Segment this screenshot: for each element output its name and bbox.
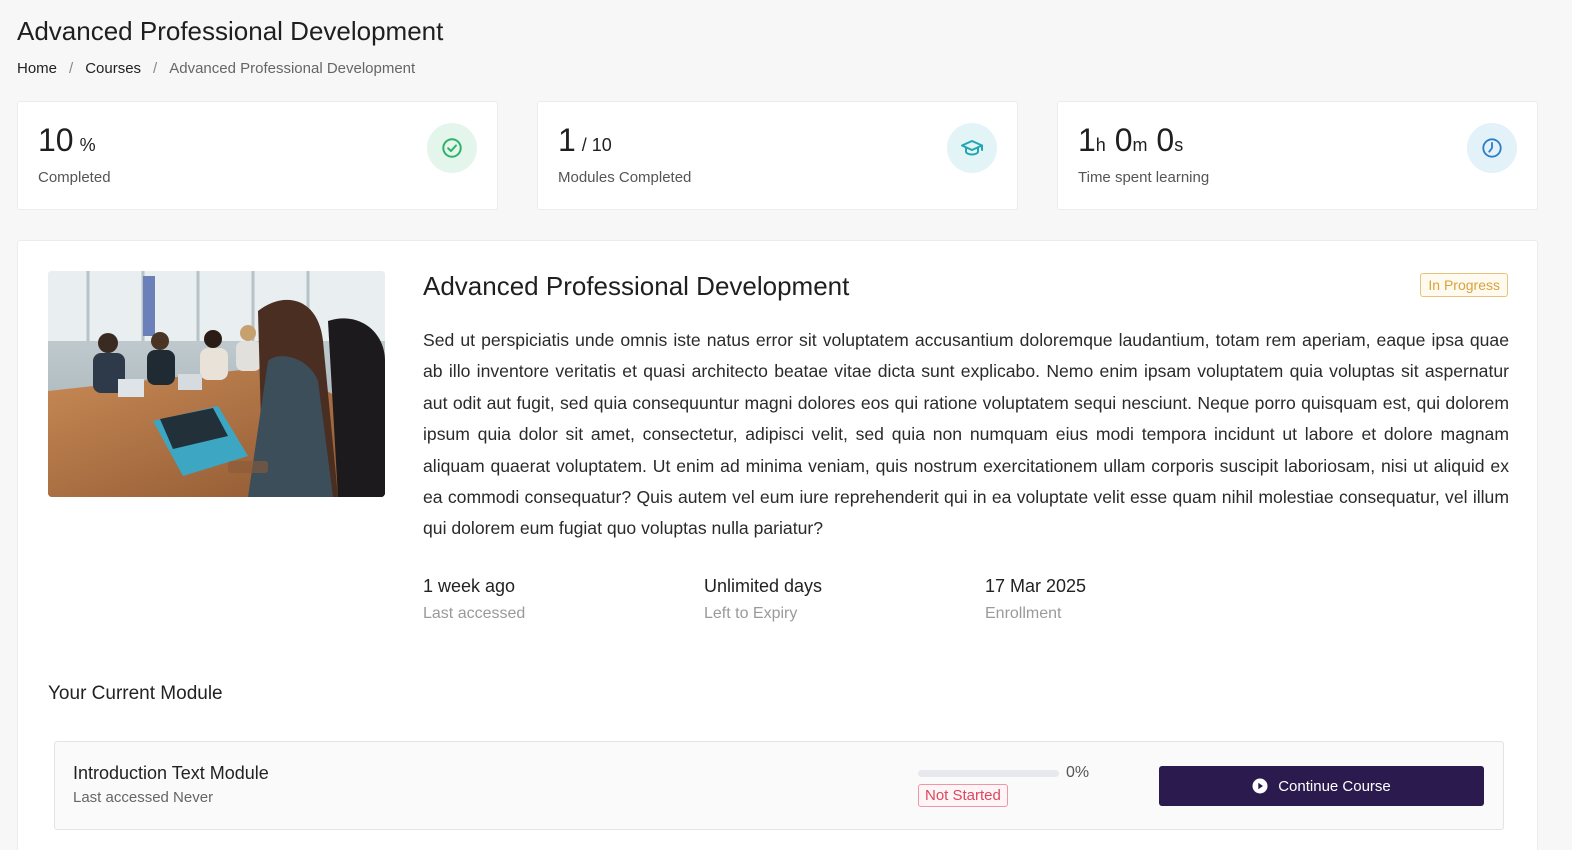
module-last-accessed: Last accessed Never — [73, 789, 214, 806]
meta-label: Enrollment — [985, 605, 1062, 622]
stat-value: 1/ 10 — [558, 122, 612, 159]
continue-course-button[interactable]: Continue Course — [1159, 766, 1484, 806]
meta-value: Unlimited days — [704, 576, 823, 596]
stat-card-completed: 10% Completed — [17, 101, 498, 210]
meta-label: Left to Expiry — [704, 605, 798, 622]
course-image — [48, 271, 385, 497]
completed-percent-value: 10 — [38, 122, 74, 158]
play-circle-icon — [1252, 778, 1268, 794]
stat-label: Time spent learning — [1078, 169, 1210, 186]
percent-unit: % — [79, 135, 96, 155]
modules-completed-value: 1 — [558, 122, 576, 158]
meta-enrollment: 17 Mar 2025 Enrollment — [985, 576, 1086, 623]
section-title: Your Current Module — [48, 683, 223, 704]
meta-last-accessed: 1 week ago Last accessed — [423, 576, 525, 623]
modules-total: / 10 — [581, 135, 612, 155]
page-title: Advanced Professional Development — [17, 16, 444, 46]
hours-unit: h — [1095, 135, 1106, 155]
minutes-unit: m — [1132, 135, 1148, 155]
meta-expiry: Unlimited days Left to Expiry — [704, 576, 822, 623]
current-module-card: Introduction Text Module Last accessed N… — [54, 741, 1504, 830]
hours-value: 1 — [1078, 122, 1096, 158]
breadcrumb: Home / Courses / Advanced Professional D… — [17, 60, 415, 77]
module-title: Introduction Text Module — [73, 763, 269, 783]
clock-icon — [1467, 123, 1517, 173]
progress-percent: 0% — [1066, 764, 1090, 781]
stat-label: Completed — [38, 169, 111, 186]
stat-card-modules: 1/ 10 Modules Completed — [537, 101, 1018, 210]
progress-bar — [918, 770, 1059, 777]
graduation-cap-icon — [947, 123, 997, 173]
breadcrumb-separator: / — [153, 60, 158, 77]
breadcrumb-courses[interactable]: Courses — [85, 60, 141, 77]
breadcrumb-current: Advanced Professional Development — [169, 60, 416, 77]
breadcrumb-separator: / — [69, 60, 74, 77]
stat-value: 10% — [38, 122, 96, 159]
meta-value: 17 Mar 2025 — [985, 576, 1087, 596]
course-description: Sed ut perspiciatis unde omnis iste natu… — [423, 330, 1509, 539]
status-badge: In Progress — [1420, 273, 1508, 297]
module-status-badge: Not Started — [918, 784, 1008, 807]
stat-card-time: 1h 0m 0s Time spent learning — [1057, 101, 1538, 210]
stat-value: 1h 0m 0s — [1078, 122, 1183, 159]
seconds-value: 0 — [1156, 122, 1175, 158]
meta-label: Last accessed — [423, 605, 526, 622]
course-title: Advanced Professional Development — [423, 271, 850, 301]
check-circle-icon — [427, 123, 477, 173]
breadcrumb-home[interactable]: Home — [17, 60, 57, 77]
seconds-unit: s — [1174, 135, 1184, 155]
course-detail-card: Advanced Professional Development In Pro… — [17, 240, 1538, 850]
meta-value: 1 week ago — [423, 576, 516, 596]
stat-label: Modules Completed — [558, 169, 692, 186]
continue-course-label: Continue Course — [1278, 777, 1391, 795]
minutes-value: 0 — [1114, 122, 1133, 158]
